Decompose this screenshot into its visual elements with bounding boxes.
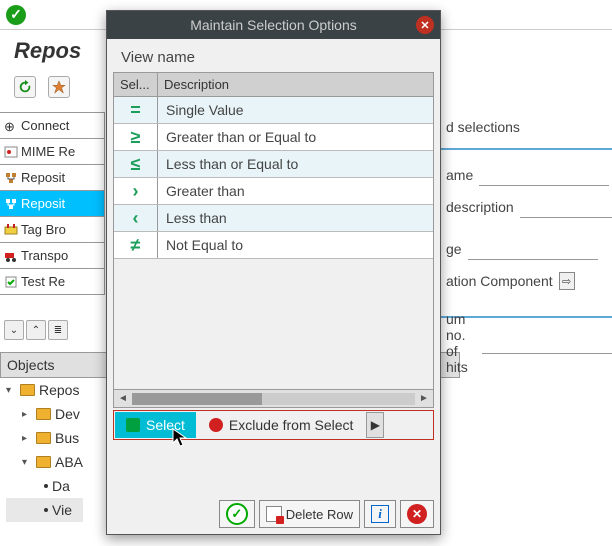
scrollbar-thumb[interactable]: [132, 393, 262, 405]
operator-icon: =: [114, 97, 158, 123]
tree-item[interactable]: Vie: [6, 498, 83, 522]
option-row[interactable]: ≥Greater than or Equal to: [114, 124, 433, 151]
pkg-input[interactable]: [468, 238, 598, 260]
operator-icon: ‹: [114, 205, 158, 231]
expand-icon[interactable]: ⌄: [4, 320, 24, 340]
options-grid: Sel... Description =Single Value≥Greater…: [113, 72, 434, 408]
field-label: ge: [446, 241, 462, 257]
favorite-icon[interactable]: [48, 76, 70, 98]
tree-item[interactable]: Reposit: [0, 165, 105, 191]
folder-icon: [36, 432, 51, 444]
desc-input[interactable]: [520, 196, 612, 218]
delete-row-button[interactable]: Delete Row: [259, 500, 360, 528]
col-header-sel[interactable]: Sel...: [114, 73, 158, 96]
operator-icon: ≤: [114, 151, 158, 177]
option-row[interactable]: ≤Less than or Equal to: [114, 151, 433, 178]
operator-icon: ›: [114, 178, 158, 204]
folder-icon: [20, 384, 35, 396]
include-exclude-tabs: Select Exclude from Select ▶: [113, 410, 434, 440]
info-button[interactable]: i: [364, 500, 396, 528]
refresh-icon[interactable]: [14, 76, 36, 98]
option-row[interactable]: ›Greater than: [114, 178, 433, 205]
tree-item[interactable]: Transpo: [0, 243, 105, 269]
option-label: Greater than: [158, 183, 433, 199]
col-header-desc[interactable]: Description: [158, 73, 433, 96]
dialog-title: Maintain Selection Options: [190, 17, 357, 33]
close-icon[interactable]: ✕: [416, 16, 434, 34]
tree-item[interactable]: ⊕Connect: [0, 113, 105, 139]
scroll-left-icon[interactable]: ◄: [114, 391, 132, 407]
folder-icon: [36, 456, 51, 468]
field-label: um no. of hits: [446, 311, 476, 375]
scroll-right-icon[interactable]: ►: [415, 391, 433, 407]
option-row[interactable]: ‹Less than: [114, 205, 433, 232]
button-label: Delete Row: [286, 507, 353, 522]
section-header: d selections: [440, 112, 612, 142]
repo-icon: [4, 171, 18, 185]
tree-item[interactable]: Tag Bro: [0, 217, 105, 243]
field-label: description: [446, 199, 514, 215]
ok-icon[interactable]: ✓: [6, 5, 26, 25]
connector-icon: ⊕: [4, 119, 18, 133]
horizontal-scrollbar[interactable]: ◄ ►: [114, 389, 433, 407]
field-label: ame: [446, 167, 473, 183]
tree-item[interactable]: ▾ABA: [6, 450, 83, 474]
test-icon: [4, 275, 18, 289]
tab-label: Select: [146, 417, 185, 433]
tab-exclude[interactable]: Exclude from Select: [198, 412, 365, 438]
operator-icon: ≥: [114, 124, 158, 150]
exclude-icon: [209, 418, 223, 432]
transport-icon: [4, 249, 18, 263]
option-label: Greater than or Equal to: [158, 129, 433, 145]
option-row[interactable]: =Single Value: [114, 97, 433, 124]
cancel-button[interactable]: ✕: [400, 500, 434, 528]
maintain-selection-dialog: Maintain Selection Options ✕ View name S…: [106, 10, 441, 535]
tree-item[interactable]: ▸Dev: [6, 402, 83, 426]
left-nav-tree: ⊕Connect MIME Re Reposit Reposit Tag Bro…: [0, 112, 105, 295]
grid-empty-area: [114, 259, 433, 389]
repo-toolbar: [14, 76, 70, 98]
confirm-button[interactable]: ✓: [219, 500, 255, 528]
mime-icon: [4, 145, 18, 159]
view-name-label: View name: [113, 45, 434, 70]
dialog-titlebar[interactable]: Maintain Selection Options ✕: [107, 11, 440, 39]
tree-toolbar: ⌄ ⌃ ≣: [4, 320, 68, 344]
operator-icon: ≠: [114, 232, 158, 258]
right-panel: d selections ame description ge ation Co…: [440, 112, 612, 360]
tab-select[interactable]: Select: [115, 412, 196, 438]
list-icon[interactable]: ≣: [48, 320, 68, 340]
dialog-footer: ✓ Delete Row i ✕: [219, 500, 434, 528]
grid-header: Sel... Description: [114, 73, 433, 97]
folder-icon: [36, 408, 51, 420]
info-icon: i: [371, 505, 389, 523]
tree-item[interactable]: MIME Re: [0, 139, 105, 165]
repo-icon: [4, 197, 18, 211]
check-icon: ✓: [226, 503, 248, 525]
option-label: Single Value: [158, 102, 433, 118]
field-label: ation Component: [446, 273, 553, 289]
tree-item[interactable]: ▾Repos: [6, 378, 83, 402]
option-row[interactable]: ≠Not Equal to: [114, 232, 433, 259]
name-input[interactable]: [479, 164, 609, 186]
page-title: Repos: [14, 38, 81, 64]
collapse-icon[interactable]: ⌃: [26, 320, 46, 340]
maxhits-input[interactable]: [482, 332, 612, 354]
include-icon: [126, 418, 140, 432]
tree-item[interactable]: Reposit: [0, 191, 105, 217]
tree-item[interactable]: Da: [6, 474, 83, 498]
tab-scroll-right-icon[interactable]: ▶: [366, 412, 384, 438]
cancel-icon: ✕: [407, 504, 427, 524]
option-label: Less than or Equal to: [158, 156, 433, 172]
tab-label: Exclude from Select: [229, 417, 354, 433]
option-label: Less than: [158, 210, 433, 226]
option-label: Not Equal to: [158, 237, 433, 253]
multi-select-icon[interactable]: ⇨: [559, 272, 575, 290]
tag-icon: [4, 223, 18, 237]
tree-item[interactable]: ▸Bus: [6, 426, 83, 450]
objects-tree: ▾Repos ▸Dev ▸Bus ▾ABA Da Vie: [6, 378, 83, 522]
delete-row-icon: [266, 506, 282, 522]
tree-item[interactable]: Test Re: [0, 269, 105, 295]
